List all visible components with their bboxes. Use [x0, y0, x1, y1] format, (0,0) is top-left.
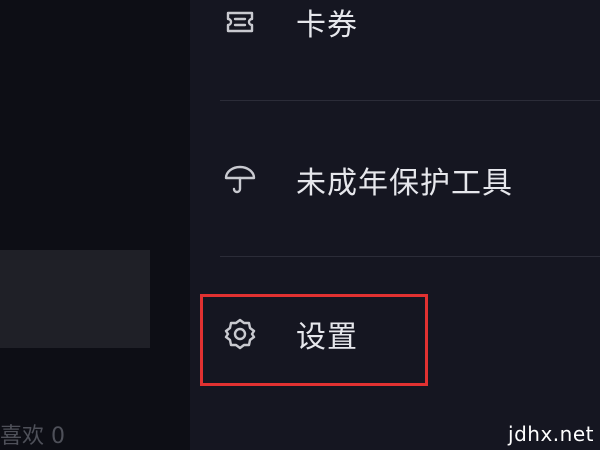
- background-card: [0, 250, 150, 348]
- ticket-icon: [220, 2, 260, 42]
- likes-count: 喜欢 0: [0, 424, 65, 449]
- menu-item-label: 卡券: [296, 8, 358, 43]
- menu-item-coupons[interactable]: 卡券: [220, 0, 358, 50]
- background-app: 喜欢 0: [0, 0, 190, 450]
- screen: 喜欢 0 卡券 未成年保护工具 设置 jdhx.net: [0, 0, 600, 450]
- umbrella-icon: [220, 160, 260, 200]
- divider: [220, 100, 600, 101]
- divider: [220, 256, 600, 257]
- menu-item-label: 未成年保护工具: [296, 166, 513, 201]
- menu-item-minor-protection[interactable]: 未成年保护工具: [220, 152, 513, 208]
- watermark: jdhx.net: [508, 422, 594, 446]
- highlight-box: [200, 294, 428, 386]
- side-drawer-menu: 卡券 未成年保护工具 设置: [190, 0, 600, 450]
- background-faint-text: [124, 128, 164, 156]
